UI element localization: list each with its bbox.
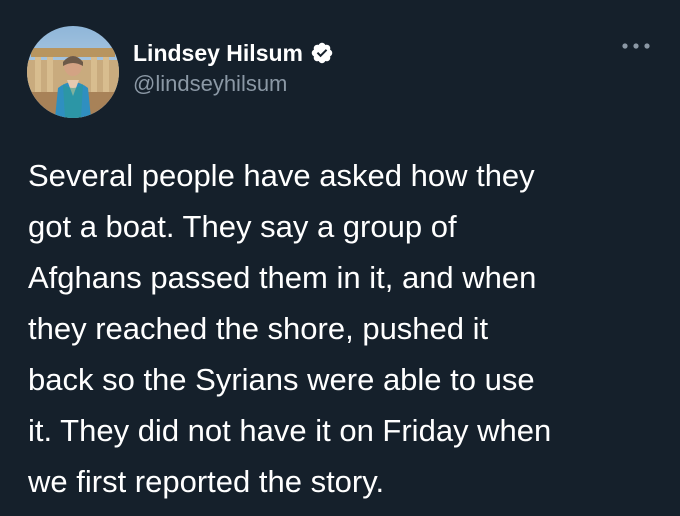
verified-badge-icon bbox=[311, 42, 333, 64]
author-name-row: Lindsey Hilsum bbox=[133, 38, 334, 68]
tweet-body-text: Several people have asked how they got a… bbox=[28, 158, 552, 499]
author-handle[interactable]: @lindseyhilsum bbox=[133, 71, 287, 97]
author-avatar[interactable] bbox=[27, 26, 119, 118]
profile-photo-icon bbox=[27, 26, 119, 118]
author-display-name[interactable]: Lindsey Hilsum bbox=[133, 40, 303, 67]
tweet-card: Lindsey Hilsum @lindseyhilsum Several pe… bbox=[0, 0, 680, 516]
more-options-button[interactable] bbox=[616, 34, 656, 58]
ellipsis-icon bbox=[622, 43, 650, 49]
